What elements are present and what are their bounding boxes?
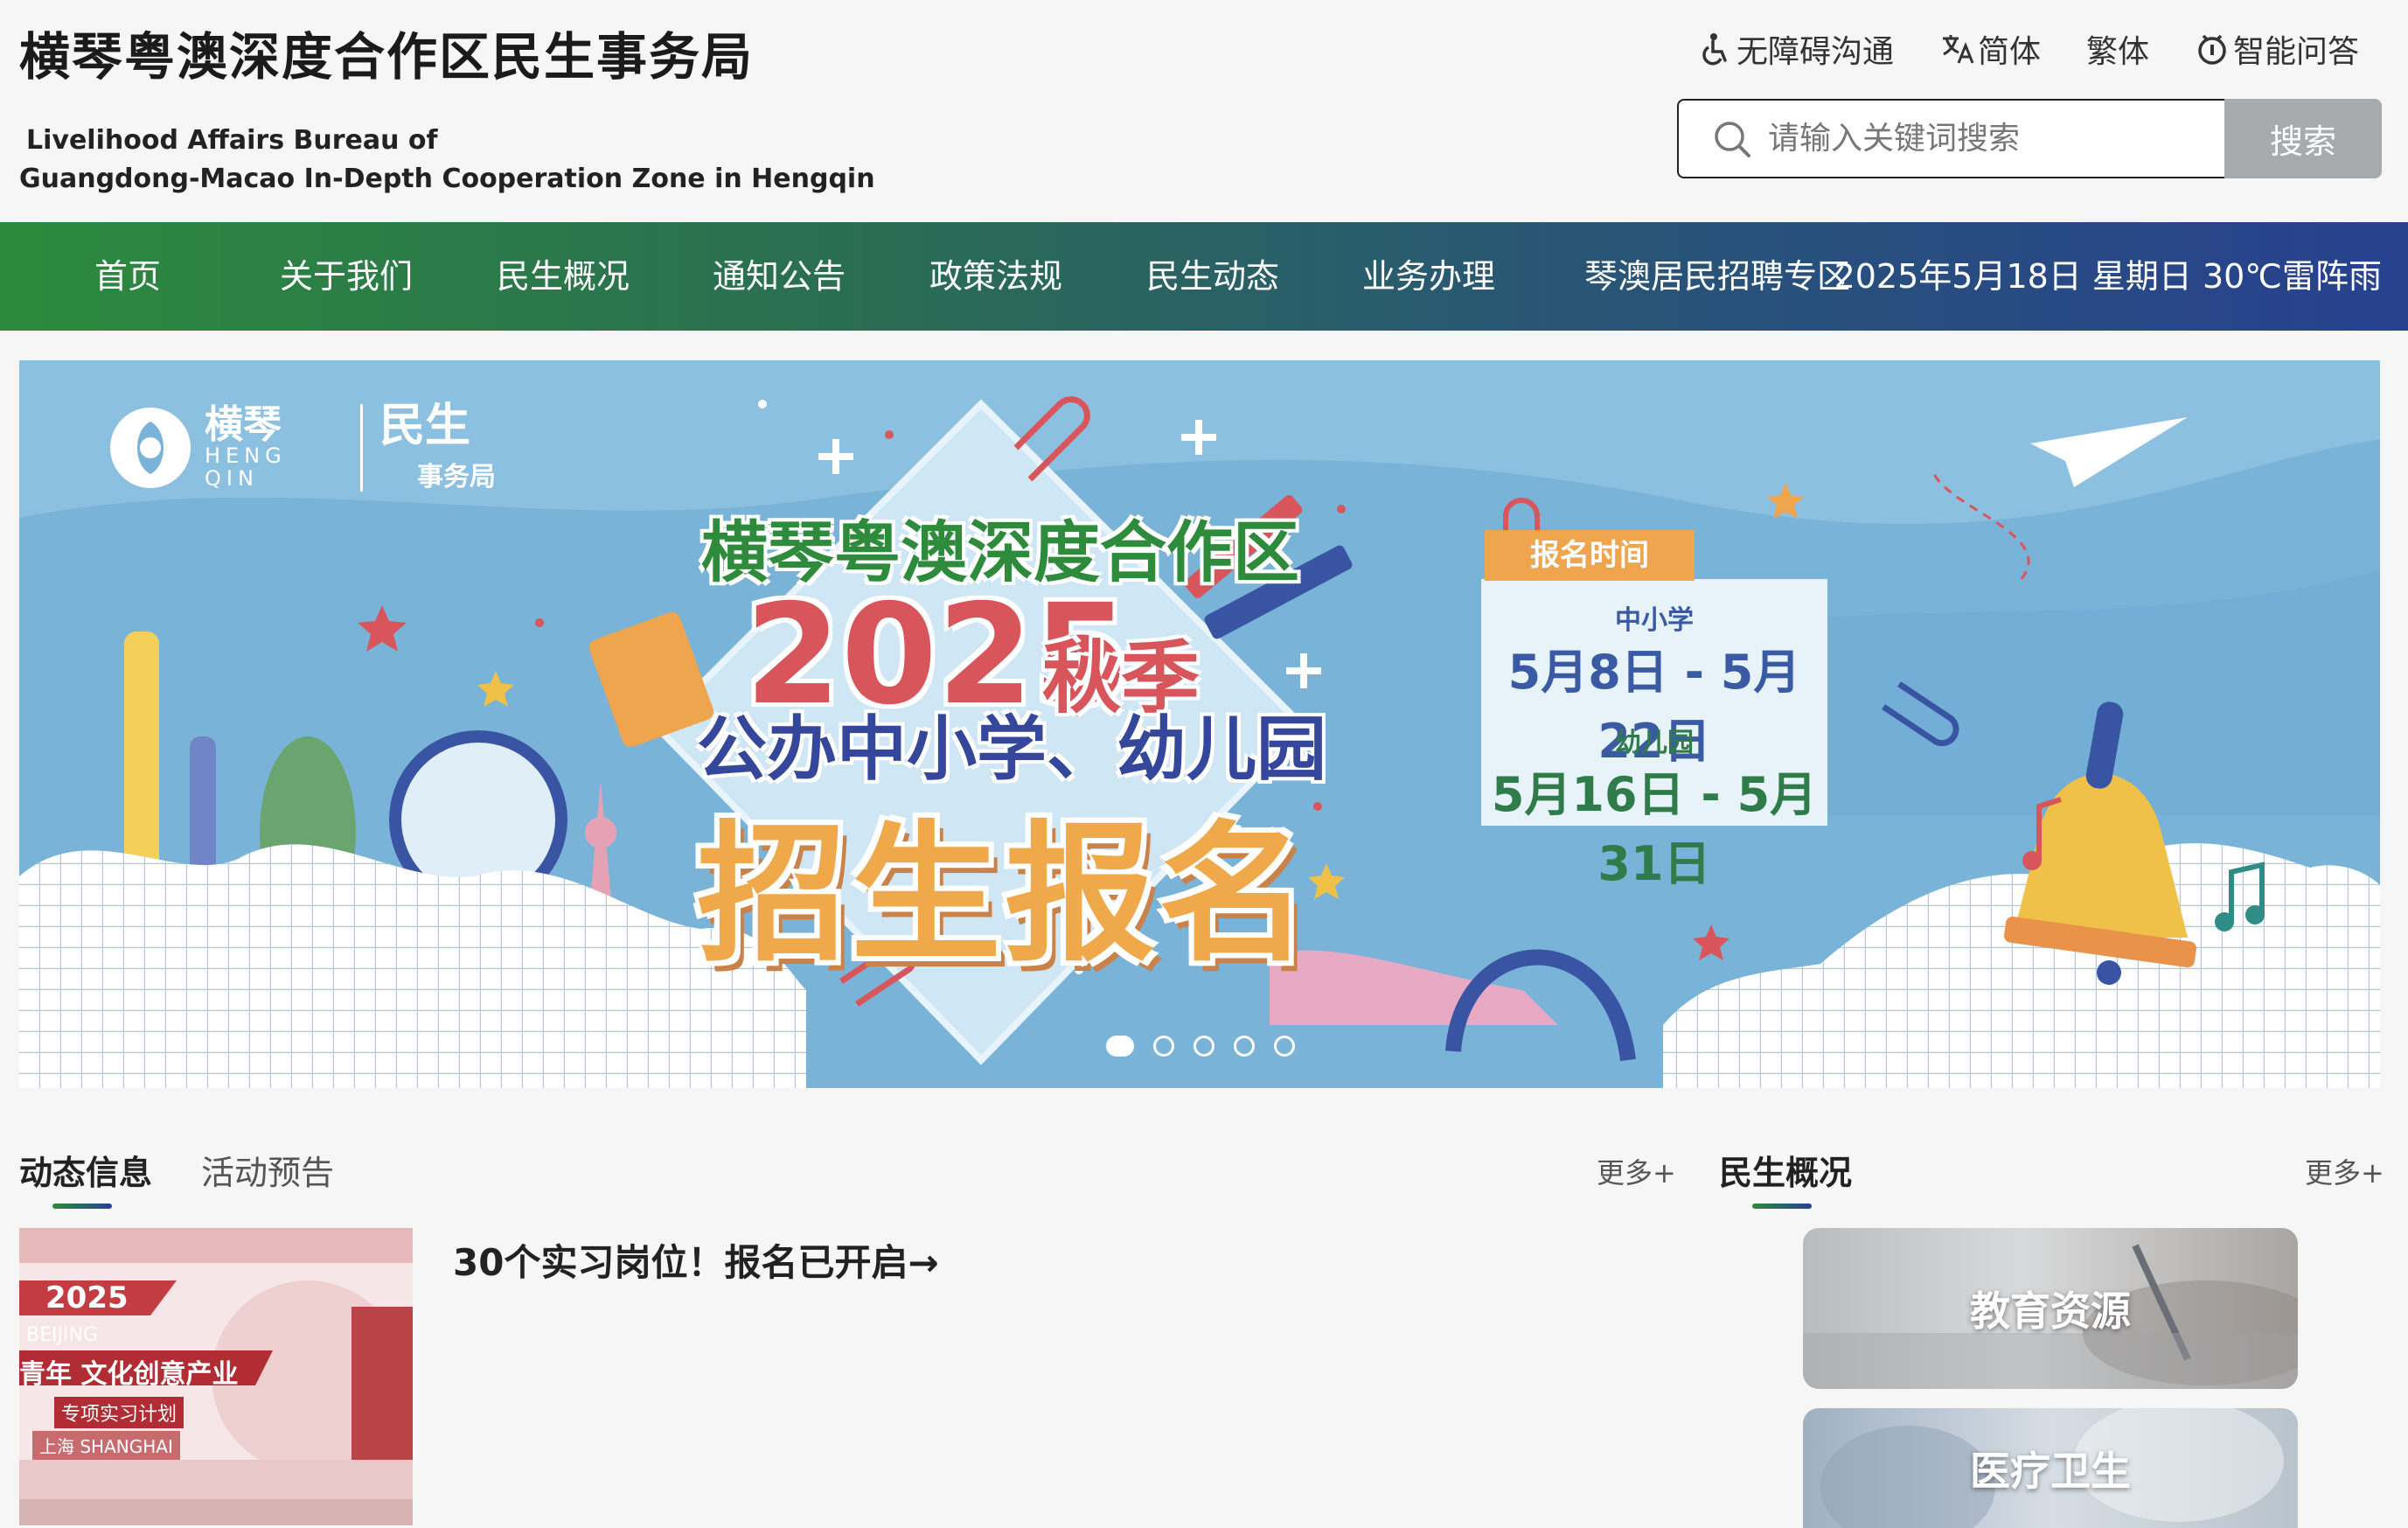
registration-dates-kindergarten: 5月16日 - 5月31日 bbox=[1491, 767, 1818, 891]
hengqin-logo: 横琴 HENG QIN bbox=[107, 404, 287, 492]
search-field-wrapper[interactable] bbox=[1677, 99, 2224, 178]
nav-item-overview[interactable]: 民生概况 bbox=[497, 222, 630, 331]
wheelchair-icon bbox=[1702, 33, 1727, 66]
smart-qa-label: 智能问答 bbox=[2232, 34, 2359, 70]
search-icon bbox=[1715, 121, 1750, 157]
hengqin-logo-en-2: QIN bbox=[205, 466, 259, 491]
overview-title-indicator bbox=[1752, 1204, 1812, 1209]
news-more-link[interactable]: 更多+ bbox=[1597, 1151, 1676, 1191]
traditional-label: 繁体 bbox=[2085, 34, 2149, 70]
overview-card-healthcare[interactable]: 医疗卫生 bbox=[1803, 1408, 2298, 1528]
carousel-dot-4[interactable] bbox=[1234, 1036, 1255, 1057]
search-input[interactable] bbox=[1768, 121, 2205, 157]
hengqin-logo-cn: 横琴 bbox=[205, 402, 282, 447]
smart-qa-link[interactable]: 智能问答 bbox=[2195, 26, 2359, 72]
overview-card-education-label: 教育资源 bbox=[1970, 1287, 2131, 1335]
hengqin-logo-en-1: HENG bbox=[205, 443, 287, 468]
thumb-city-1: BEIJING bbox=[26, 1324, 98, 1346]
tab-event-preview[interactable]: 活动预告 bbox=[201, 1146, 334, 1194]
carousel-dot-3[interactable] bbox=[1194, 1036, 1214, 1057]
site-title-en-line2: Guangdong-Macao In-Depth Cooperation Zon… bbox=[19, 164, 875, 194]
carousel-dot-1[interactable] bbox=[1106, 1036, 1134, 1057]
overview-more-link[interactable]: 更多+ bbox=[2305, 1151, 2384, 1191]
bureau-logo-sub: 事务局 bbox=[417, 462, 496, 492]
news-thumbnail[interactable]: 2025 BEIJING 青年 文化创意产业 专项实习计划 上海 SHANGHA… bbox=[19, 1228, 413, 1525]
accessibility-link[interactable]: 无障碍沟通 bbox=[1698, 26, 1894, 72]
smart-assistant-icon bbox=[2198, 34, 2226, 65]
nav-item-about[interactable]: 关于我们 bbox=[280, 222, 413, 331]
thumb-program: 青年 文化创意产业 bbox=[19, 1359, 239, 1390]
news-headline[interactable]: 30个实习岗位！报名已开启→ bbox=[453, 1233, 939, 1287]
simplified-chinese-link[interactable]: 简体 bbox=[1939, 26, 2041, 72]
thumb-city-2: 上海 SHANGHAI bbox=[32, 1431, 180, 1460]
registration-tag: 报名时间 bbox=[1485, 530, 1695, 581]
site-title-en-line1: Livelihood Affairs Bureau of bbox=[26, 125, 438, 156]
nav-item-recruitment[interactable]: 琴澳居民招聘专区 bbox=[1584, 222, 1850, 331]
logo-divider bbox=[360, 404, 363, 492]
nav-item-home[interactable]: 首页 bbox=[94, 222, 161, 331]
carousel-dots bbox=[1106, 1036, 1295, 1057]
registration-label-primary: 中小学 bbox=[1615, 605, 1694, 636]
overview-card-healthcare-label: 医疗卫生 bbox=[1970, 1447, 2131, 1495]
header-tools: 无障碍沟通 简体 繁体 智能问答 bbox=[1653, 26, 2359, 72]
registration-label-kindergarten: 幼儿园 bbox=[1615, 728, 1694, 758]
carousel-dot-5[interactable] bbox=[1274, 1036, 1295, 1057]
site-title-cn: 横琴粤澳深度合作区民生事务局 bbox=[19, 27, 755, 87]
date-weather: 2025年5月18日 星期日 30℃雷阵雨 bbox=[1834, 257, 2382, 296]
search-bar: 搜索 bbox=[1677, 99, 2382, 178]
nav-item-notices[interactable]: 通知公告 bbox=[713, 222, 846, 331]
carousel-dot-2[interactable] bbox=[1153, 1036, 1174, 1057]
nav-item-news[interactable]: 民生动态 bbox=[1146, 222, 1279, 331]
nav-item-policies[interactable]: 政策法规 bbox=[929, 222, 1062, 331]
hero-banner[interactable]: 横琴 HENG QIN 民生 事务局 横琴粤澳深度合作区 2025 秋季 公办中… bbox=[19, 360, 2380, 1088]
tab-dynamic-info[interactable]: 动态信息 bbox=[19, 1146, 152, 1194]
traditional-chinese-link[interactable]: 繁体 bbox=[2086, 26, 2149, 72]
translate-icon bbox=[1942, 35, 1974, 64]
overview-card-education[interactable]: 教育资源 bbox=[1803, 1228, 2298, 1389]
site-brand[interactable]: 横琴粤澳深度合作区民生事务局 Livelihood Affairs Bureau… bbox=[19, 24, 875, 196]
hengqin-emblem-icon bbox=[110, 408, 191, 488]
accessibility-label: 无障碍沟通 bbox=[1736, 34, 1894, 70]
search-button[interactable]: 搜索 bbox=[2224, 99, 2382, 178]
thumb-subtitle: 专项实习计划 bbox=[54, 1397, 184, 1428]
news-tabs: 动态信息 活动预告 bbox=[19, 1146, 383, 1194]
banner-headline-enrollment: 招生报名 bbox=[697, 806, 1312, 982]
active-tab-indicator bbox=[52, 1204, 112, 1209]
main-nav: 首页 关于我们 民生概况 通知公告 政策法规 民生动态 业务办理 琴澳居民招聘专… bbox=[0, 222, 2408, 331]
simplified-label: 简体 bbox=[1977, 34, 2041, 70]
thumb-year: 2025 bbox=[45, 1280, 129, 1315]
overview-title: 民生概况 bbox=[1719, 1154, 1853, 1192]
nav-item-services[interactable]: 业务办理 bbox=[1362, 222, 1495, 331]
page-root: 横琴粤澳深度合作区民生事务局 Livelihood Affairs Bureau… bbox=[0, 0, 2408, 1528]
bureau-logo-main: 民生 bbox=[379, 400, 471, 452]
